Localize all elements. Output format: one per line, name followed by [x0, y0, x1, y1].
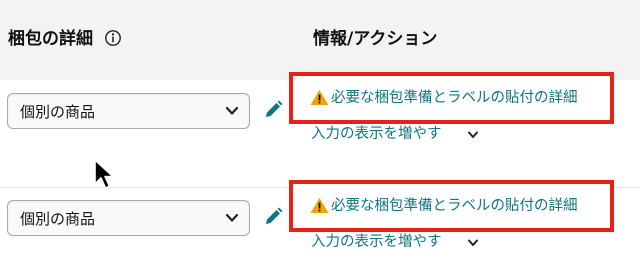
packing-type-select[interactable]: 個別の商品 [7, 93, 250, 129]
packing-details-header: 梱包の詳細 [8, 29, 93, 49]
pencil-icon[interactable] [262, 206, 284, 228]
pencil-icon[interactable] [262, 99, 284, 121]
mouse-pointer-icon [94, 159, 114, 189]
select-value: 個別の商品 [20, 103, 96, 121]
select-value: 個別の商品 [20, 210, 96, 228]
chevron-down-icon[interactable] [467, 130, 479, 140]
chevron-down-icon[interactable] [467, 238, 479, 248]
highlight-box: 必要な梱包準備とラベルの貼付の詳細 [289, 180, 614, 232]
warning-icon [310, 90, 329, 105]
packing-label-details-link[interactable]: 必要な梱包準備とラベルの貼付の詳細 [331, 196, 578, 216]
info-icon[interactable] [104, 29, 122, 47]
show-more-input-link[interactable]: 入力の表示を増やす [311, 232, 442, 252]
packing-type-select[interactable]: 個別の商品 [7, 200, 250, 236]
show-more-input-link[interactable]: 入力の表示を増やす [311, 124, 442, 144]
chevron-down-icon [225, 213, 239, 222]
info-actions-header: 情報/アクション [313, 29, 438, 49]
highlight-box: 必要な梱包準備とラベルの貼付の詳細 [289, 72, 614, 124]
packing-label-details-link[interactable]: 必要な梱包準備とラベルの貼付の詳細 [331, 88, 578, 108]
warning-icon [310, 198, 329, 213]
chevron-down-icon [225, 106, 239, 115]
table-row: 個別の商品 必要な梱包準備とラベルの貼付の詳細 入力の表示を増やす [0, 180, 640, 280]
